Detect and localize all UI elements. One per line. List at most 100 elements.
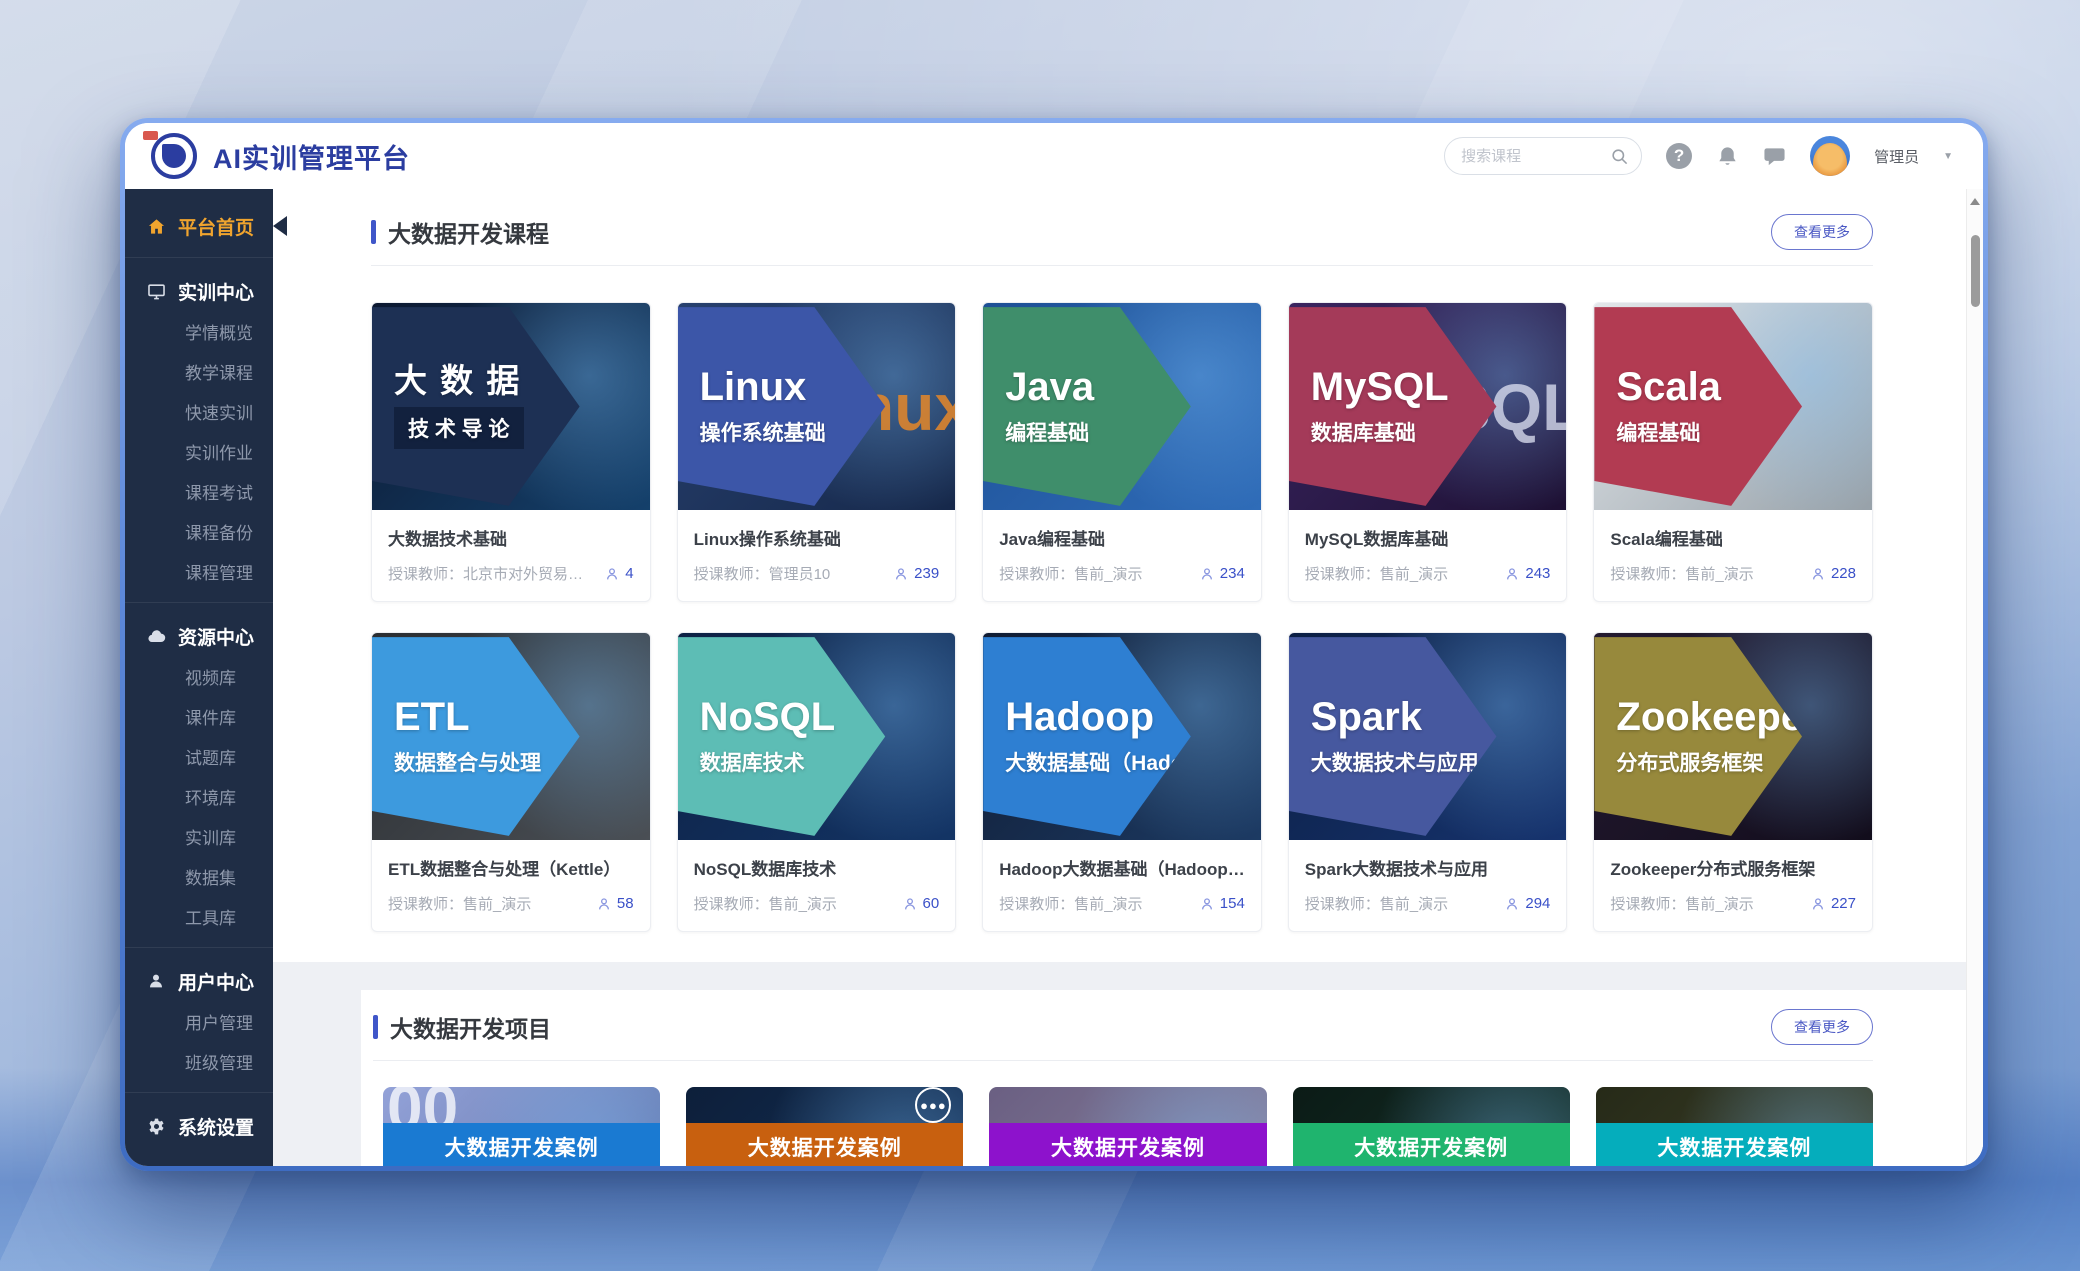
course-info: NoSQL数据库技术 授课教师：售前_演示 60 bbox=[678, 840, 956, 931]
course-card[interactable]: Spark 大数据技术与应用 Spark大数据技术与应用 授课教师：售前_演示 … bbox=[1288, 632, 1568, 932]
course-cover: Hadoop 大数据基础（Hadoop3） bbox=[983, 633, 1261, 840]
scrollbar[interactable] bbox=[1966, 189, 1983, 1166]
course-cover: Spark 大数据技术与应用 bbox=[1289, 633, 1567, 840]
course-cover: Java 编程基础 bbox=[983, 303, 1261, 510]
view-more-button[interactable]: 查看更多 bbox=[1771, 214, 1873, 250]
scrollbar-thumb[interactable] bbox=[1971, 235, 1980, 307]
course-cover: ETL 数据整合与处理 bbox=[372, 633, 650, 840]
sidebar-subitem[interactable]: 课程管理 bbox=[125, 554, 273, 594]
user-avatar[interactable] bbox=[1810, 136, 1850, 176]
app-window: AI实训管理平台 ? 管理 bbox=[120, 118, 1988, 1171]
section-accent-bar bbox=[371, 220, 376, 244]
sidebar-subitem[interactable]: 工具库 bbox=[125, 899, 273, 939]
sidebar-subitem[interactable]: 课件库 bbox=[125, 699, 273, 739]
search-icon[interactable] bbox=[1610, 147, 1629, 166]
courses-section-header: 大数据开发课程 查看更多 bbox=[371, 215, 1873, 249]
student-count: 154 bbox=[1199, 895, 1245, 912]
course-card[interactable]: 大 数 据 技 术 导 论 大数据技术基础 授课教师：北京市对外贸易学校教...… bbox=[371, 302, 651, 602]
sidebar-item-label: 实训中心 bbox=[178, 278, 254, 305]
sidebar-subitem[interactable]: 课程备份 bbox=[125, 514, 273, 554]
cover-subtitle: 数据整合与处理 bbox=[394, 747, 541, 777]
course-card[interactable]: Scala 编程基础 Scala编程基础 授课教师：售前_演示 228 bbox=[1593, 302, 1873, 602]
project-card[interactable]: 大数据开发案例 bbox=[989, 1087, 1266, 1166]
student-count: 228 bbox=[1810, 565, 1856, 582]
sidebar-group: 平台首页 bbox=[125, 193, 273, 257]
course-meta: 授课教师：北京市对外贸易学校教... 4 bbox=[388, 563, 634, 584]
sidebar-subitem[interactable]: 快速实训 bbox=[125, 394, 273, 434]
sidebar-subitem[interactable]: 试题库 bbox=[125, 739, 273, 779]
course-info: Java编程基础 授课教师：售前_演示 234 bbox=[983, 510, 1261, 601]
person-icon bbox=[1199, 896, 1215, 912]
course-card[interactable]: Hadoop 大数据基础（Hadoop3） Hadoop大数据基础（Hadoop… bbox=[982, 632, 1262, 932]
main-content: 大数据开发课程 查看更多 大 数 据 技 术 导 论 大数据技术基础 授课教师：… bbox=[273, 189, 1983, 1166]
course-cover: 大 数 据 技 术 导 论 bbox=[372, 303, 650, 510]
person-icon bbox=[1810, 566, 1826, 582]
course-teacher: 授课教师：售前_演示 bbox=[1610, 563, 1753, 584]
messages-icon[interactable] bbox=[1763, 145, 1786, 168]
project-card[interactable]: 00 大数据开发案例 bbox=[383, 1087, 660, 1166]
view-more-button[interactable]: 查看更多 bbox=[1771, 1009, 1873, 1045]
sidebar-item-training-center[interactable]: 实训中心 bbox=[125, 268, 273, 314]
sidebar-subitem[interactable]: 教学课程 bbox=[125, 354, 273, 394]
sidebar-subitem[interactable]: 数据集 bbox=[125, 859, 273, 899]
user-name[interactable]: 管理员 bbox=[1874, 146, 1919, 167]
cover-subtitle: 大数据技术与应用 bbox=[1311, 747, 1479, 777]
cloud-icon bbox=[147, 627, 167, 646]
sidebar-subitem[interactable]: 用户管理 bbox=[125, 1004, 273, 1044]
scroll-up-arrow[interactable] bbox=[1970, 198, 1980, 205]
course-teacher: 授课教师：北京市对外贸易学校教... bbox=[388, 563, 596, 584]
course-card[interactable]: inux Linux 操作系统基础 Linux操作系统基础 授课教师：管理员10… bbox=[677, 302, 957, 602]
cover-subtitle: 编程基础 bbox=[1616, 417, 1700, 447]
sidebar-item-system-settings[interactable]: 系统设置 bbox=[125, 1103, 273, 1149]
course-title: Java编程基础 bbox=[999, 525, 1245, 550]
projects-section-header: 大数据开发项目 查看更多 bbox=[373, 1010, 1873, 1044]
course-cover: NoSQL 数据库技术 bbox=[678, 633, 956, 840]
search-box[interactable] bbox=[1444, 137, 1642, 175]
sidebar-group: 资源中心视频库课件库试题库环境库实训库数据集工具库 bbox=[125, 603, 273, 947]
sidebar-item-resource-center[interactable]: 资源中心 bbox=[125, 613, 273, 659]
course-card[interactable]: NoSQL 数据库技术 NoSQL数据库技术 授课教师：售前_演示 60 bbox=[677, 632, 957, 932]
sidebar-subitem[interactable]: 环境库 bbox=[125, 779, 273, 819]
course-card[interactable]: MySQL MySQL 数据库基础 MySQL数据库基础 授课教师：售前_演示 … bbox=[1288, 302, 1568, 602]
course-card[interactable]: Zookeeper 分布式服务框架 Zookeeper分布式服务框架 授课教师：… bbox=[1593, 632, 1873, 932]
course-meta: 授课教师：售前_演示 294 bbox=[1305, 893, 1551, 914]
search-input[interactable] bbox=[1461, 148, 1610, 165]
sidebar-subitem[interactable]: 学情概览 bbox=[125, 314, 273, 354]
project-banner: 大数据开发案例 bbox=[686, 1123, 963, 1166]
section-accent-bar bbox=[373, 1015, 378, 1039]
person-icon bbox=[1504, 566, 1520, 582]
sidebar-item-platform-home[interactable]: 平台首页 bbox=[125, 203, 273, 249]
course-meta: 授课教师：售前_演示 58 bbox=[388, 893, 634, 914]
sidebar-subitem[interactable]: 实训作业 bbox=[125, 434, 273, 474]
sidebar-subitem[interactable]: 视频库 bbox=[125, 659, 273, 699]
window-body: 平台首页实训中心学情概览教学课程快速实训实训作业课程考试课程备份课程管理资源中心… bbox=[125, 189, 1983, 1166]
help-icon[interactable]: ? bbox=[1666, 143, 1692, 169]
app-title: AI实训管理平台 bbox=[213, 137, 410, 176]
logo-leaf-mark bbox=[162, 144, 186, 168]
sidebar-item-user-center[interactable]: 用户中心 bbox=[125, 958, 273, 1004]
course-title: 大数据技术基础 bbox=[388, 525, 634, 550]
course-card[interactable]: ETL 数据整合与处理 ETL数据整合与处理（Kettle） 授课教师：售前_演… bbox=[371, 632, 651, 932]
cover-subtitle: 数据库技术 bbox=[700, 747, 805, 777]
course-teacher: 授课教师：管理员10 bbox=[694, 563, 831, 584]
project-banner: 大数据开发案例 bbox=[1596, 1123, 1873, 1166]
person-icon bbox=[596, 896, 612, 912]
sidebar-item-label: 资源中心 bbox=[178, 623, 254, 650]
sidebar-subitem[interactable]: 班级管理 bbox=[125, 1044, 273, 1084]
course-meta: 授课教师：售前_演示 154 bbox=[999, 893, 1245, 914]
course-teacher: 授课教师：售前_演示 bbox=[388, 893, 531, 914]
sidebar-subitem[interactable]: 课程考试 bbox=[125, 474, 273, 514]
cover-subtitle: 技 术 导 论 bbox=[394, 407, 524, 449]
course-meta: 授课教师：售前_演示 228 bbox=[1610, 563, 1856, 584]
chevron-down-icon[interactable]: ▼ bbox=[1943, 151, 1953, 162]
project-card[interactable]: 大数据开发案例 bbox=[1293, 1087, 1570, 1166]
course-title: Zookeeper分布式服务框架 bbox=[1610, 855, 1856, 880]
notifications-icon[interactable] bbox=[1716, 145, 1739, 168]
course-card[interactable]: Java 编程基础 Java编程基础 授课教师：售前_演示 234 bbox=[982, 302, 1262, 602]
sidebar-group: 系统设置 bbox=[125, 1093, 273, 1157]
project-card[interactable]: ●●● 大数据开发案例 bbox=[686, 1087, 963, 1166]
course-title: Linux操作系统基础 bbox=[694, 525, 940, 550]
course-card-grid: 大 数 据 技 术 导 论 大数据技术基础 授课教师：北京市对外贸易学校教...… bbox=[371, 302, 1873, 932]
project-card[interactable]: 大数据开发案例 bbox=[1596, 1087, 1873, 1166]
sidebar-subitem[interactable]: 实训库 bbox=[125, 819, 273, 859]
